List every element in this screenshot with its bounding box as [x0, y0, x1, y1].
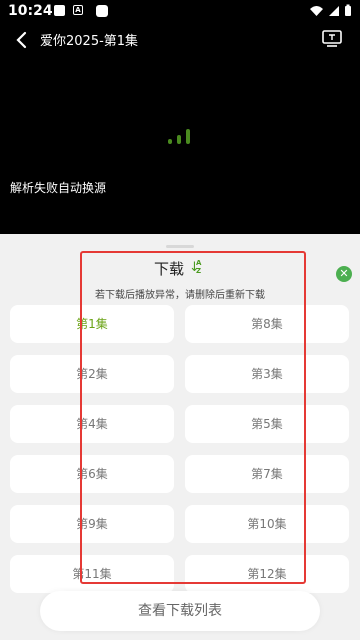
episode-button[interactable]: 第10集	[185, 505, 349, 543]
episode-button[interactable]: 第6集	[10, 455, 174, 493]
status-time: 10:24	[8, 3, 53, 19]
a-icon: A	[73, 5, 83, 15]
status-bar: 10:24 A	[0, 0, 360, 24]
loading-icon	[168, 128, 194, 144]
sort-az-label: A Z	[196, 259, 202, 275]
back-icon[interactable]	[12, 30, 32, 50]
status-icons	[309, 4, 352, 17]
episode-button[interactable]: 第5集	[185, 405, 349, 443]
episode-button[interactable]: 第2集	[10, 355, 174, 393]
episode-button[interactable]: 第9集	[10, 505, 174, 543]
episode-button[interactable]: 第3集	[185, 355, 349, 393]
tv-cast-icon[interactable]	[322, 30, 342, 48]
sort-icon[interactable]: ↓ A Z	[189, 259, 203, 277]
notification-icon	[96, 5, 108, 17]
signal-icon	[329, 5, 339, 16]
episode-button[interactable]: 第11集	[10, 555, 174, 593]
episode-button[interactable]: 第8集	[185, 305, 349, 343]
episode-button[interactable]: 第1集	[10, 305, 174, 343]
view-download-list-button[interactable]: 查看下载列表	[40, 591, 320, 631]
player-top-bar: 爱你2025-第1集	[0, 24, 360, 54]
sheet-title: 下载	[154, 260, 185, 278]
close-icon[interactable]: ✕	[336, 266, 352, 282]
battery-icon	[345, 4, 351, 16]
video-title: 爱你2025-第1集	[40, 34, 139, 49]
episode-button[interactable]: 第12集	[185, 555, 349, 593]
download-sheet: 下载 ↓ A Z ✕ 若下载后播放异常，请删除后重新下载 第1集 第8集 第2集…	[0, 234, 360, 640]
wifi-icon	[310, 5, 323, 16]
episode-button[interactable]: 第4集	[10, 405, 174, 443]
episode-button[interactable]: 第7集	[185, 455, 349, 493]
parse-failed-message: 解析失败自动换源	[10, 181, 107, 195]
drag-handle[interactable]	[166, 245, 194, 248]
download-tip: 若下载后播放异常，请删除后重新下载	[95, 290, 265, 301]
image-icon	[54, 5, 65, 16]
